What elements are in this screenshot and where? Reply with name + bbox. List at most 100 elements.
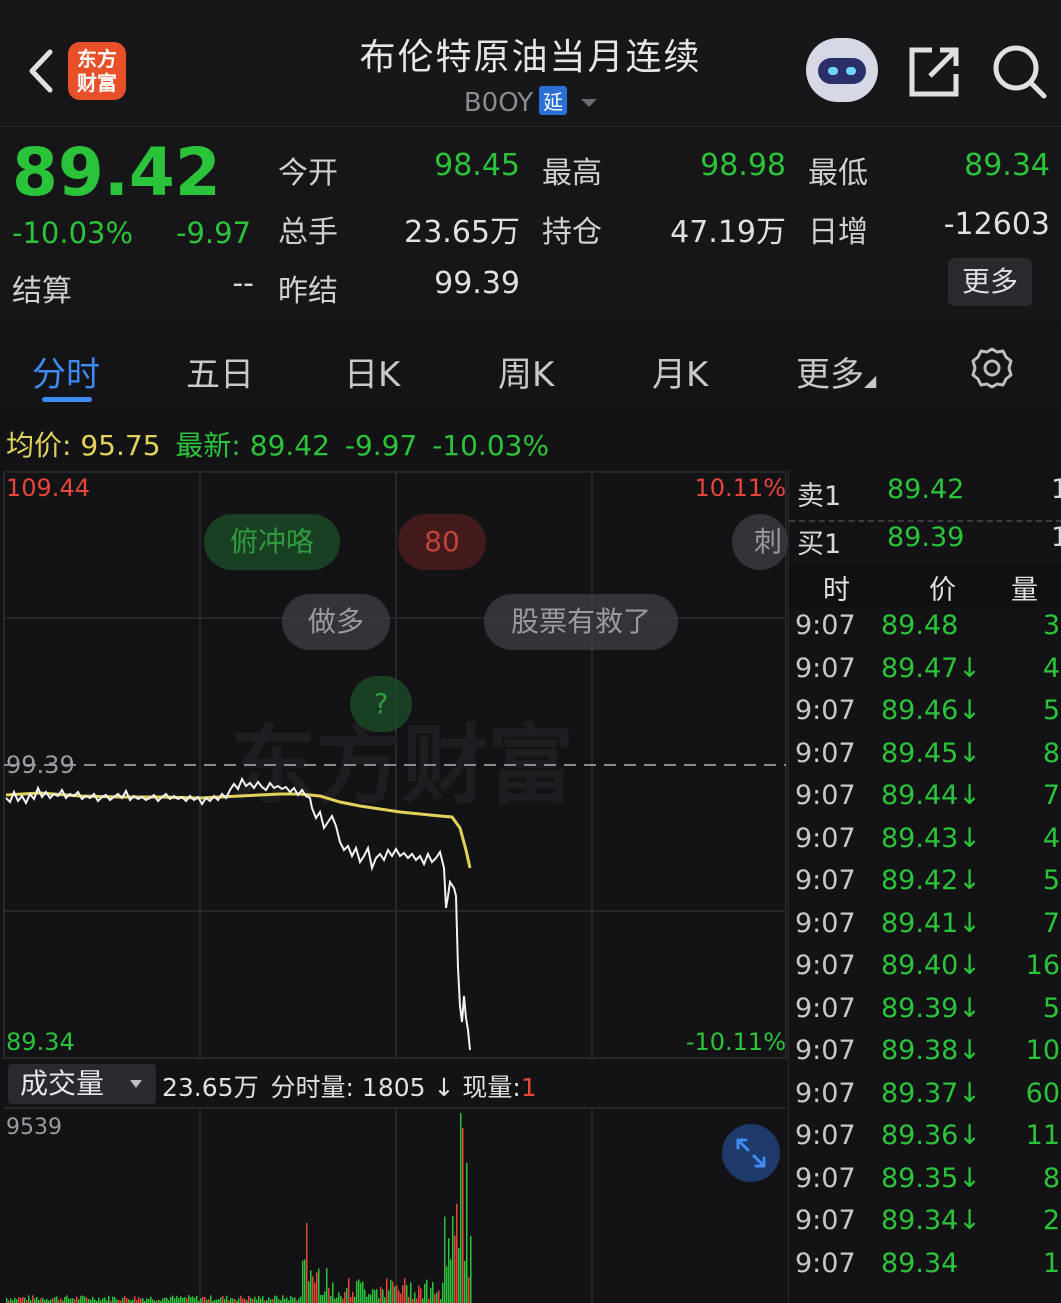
col-price: 价 (929, 575, 956, 606)
open-label: 今开 (278, 156, 338, 191)
trade-price: 89.38↓ (881, 1035, 981, 1066)
volume-bar (244, 1298, 246, 1303)
buy1-qty: 1 (1051, 522, 1061, 553)
volume-chart[interactable]: 9539 (0, 1106, 790, 1303)
comment-bubble-3[interactable]: 刺 (732, 514, 788, 570)
trade-row: 9:07 89.37↓ 60 (789, 1078, 1061, 1120)
volume-bar (390, 1279, 392, 1303)
volume-bar (402, 1285, 404, 1303)
trade-qty: 3 (1042, 610, 1060, 641)
volume-bar (274, 1295, 276, 1303)
trade-time: 9:07 (795, 865, 856, 896)
trade-ticker-panel: 卖1 89.42 1 买1 89.39 1 时 价 量 9:07 89.48 3 9:… (788, 470, 1061, 1303)
volume-bar (260, 1298, 262, 1303)
trades-header: 时 价 量 (789, 564, 1061, 608)
volume-bar (126, 1298, 128, 1303)
tab-weekly-k[interactable]: 周K (498, 347, 554, 396)
trade-price: 89.34↓ (881, 1205, 981, 1236)
tab-five-day[interactable]: 五日 (186, 347, 254, 396)
prev-settle-value: 99.39 (434, 266, 520, 301)
volume-bar (452, 1216, 454, 1303)
volume-bar (248, 1295, 250, 1303)
col-qty: 量 (1011, 575, 1038, 606)
trade-row: 9:07 89.39↓ 5 (789, 993, 1061, 1035)
volume-bar (406, 1285, 408, 1303)
trade-time: 9:07 (795, 1120, 856, 1151)
page-title: 布伦特原油当月连续 (359, 37, 702, 78)
volume-bar (458, 1247, 460, 1303)
volume-bar (284, 1298, 286, 1303)
volume-bar (138, 1297, 140, 1303)
pct-axis-max: 10.11% (694, 474, 786, 502)
volume-bar (18, 1297, 20, 1303)
tab-monthly-k[interactable]: 月K (652, 347, 708, 396)
comment-bubble-4[interactable]: 做多 (282, 594, 390, 650)
trade-price: 89.39↓ (881, 992, 981, 1024)
volume-info: 23.65万 分时量: 1805 ↓ 现量:1 (162, 1068, 537, 1104)
volume-bar (314, 1282, 316, 1303)
down-arrow-icon: ↓ (433, 1073, 455, 1102)
tab-more[interactable]: 更多◢ (796, 347, 876, 396)
trade-row: 9:07 89.47↓ 4 (789, 653, 1061, 695)
volume-bar (282, 1295, 284, 1303)
volume-bar (42, 1297, 44, 1303)
more-button[interactable]: 更多 (948, 258, 1032, 306)
volume-bar (322, 1294, 324, 1303)
comment-bubble-5[interactable]: 股票有救了 (484, 594, 678, 650)
daily-increase-label: 日增 (808, 215, 868, 250)
volume-bar (372, 1289, 374, 1303)
trade-time: 9:07 (795, 822, 856, 854)
volume-bar (172, 1295, 174, 1303)
tab-intraday[interactable]: 分时 (32, 347, 100, 396)
volume-bar (252, 1298, 254, 1303)
trade-price: 89.42↓ (881, 865, 981, 896)
settings-gear-icon[interactable] (970, 346, 1014, 390)
top-header: 东方 财富 布伦特原油当月连续 B0OY 延 (0, 0, 1061, 127)
volume-bar (10, 1298, 12, 1303)
volume-bar (196, 1295, 198, 1303)
volume-bar (92, 1296, 94, 1303)
volume-bar (352, 1291, 354, 1303)
volume-bar (76, 1296, 78, 1303)
trade-price: 89.35↓ (881, 1162, 981, 1194)
instrument-code[interactable]: B0OY 延 (0, 86, 1061, 118)
volume-bar (84, 1296, 86, 1303)
assistant-robot-icon[interactable] (806, 38, 878, 102)
trade-row: 9:07 89.34↓ 2 (789, 1205, 1061, 1247)
comment-bubble-1[interactable]: 俯冲咯 (204, 514, 340, 570)
high-label: 最高 (542, 156, 602, 191)
trade-row: 9:07 89.44↓ 7 (789, 780, 1061, 822)
trade-time: 9:07 (795, 652, 856, 684)
volume-bar (80, 1295, 82, 1303)
volume-bar (370, 1294, 372, 1303)
comment-bubble-6[interactable]: ? (350, 676, 412, 732)
tab-daily-k[interactable]: 日K (344, 347, 400, 396)
trade-qty: 4 (1042, 822, 1060, 854)
volume-bar (112, 1296, 114, 1303)
volume-bar (366, 1296, 368, 1303)
volume-bar (218, 1299, 220, 1303)
expand-chart-button[interactable] (722, 1124, 780, 1182)
volume-bar (68, 1298, 70, 1303)
comment-bubble-2[interactable]: 80 (398, 514, 486, 570)
search-icon[interactable] (992, 44, 1048, 100)
volume-bar (86, 1297, 88, 1303)
trade-row: 9:07 89.46↓ 5 (789, 695, 1061, 737)
volume-grid (4, 1107, 786, 1303)
volume-bar (256, 1299, 258, 1303)
indicator-select[interactable]: 成交量 (8, 1064, 156, 1104)
volume-bar (332, 1282, 334, 1303)
dropdown-arrow-icon (130, 1080, 142, 1088)
volume-bar (450, 1259, 452, 1303)
trade-qty: 1 (1042, 1247, 1060, 1279)
volume-bar (162, 1298, 164, 1303)
volume-value: 23.65万 (404, 215, 520, 250)
intraday-chart[interactable]: 东方财富 109.44 10.11% 99.39 89.34 -10.11% (0, 470, 790, 1060)
volume-bar (116, 1299, 118, 1303)
volume-bar (114, 1297, 116, 1303)
volume-bar (462, 1128, 464, 1303)
trades-list[interactable]: 9:07 89.48 3 9:07 89.47↓ 4 9:07 89.46↓ 5 9:07 89.4… (789, 610, 1061, 1303)
volume-bar (338, 1292, 340, 1303)
share-icon[interactable] (908, 44, 962, 98)
volume-bar (364, 1289, 366, 1303)
